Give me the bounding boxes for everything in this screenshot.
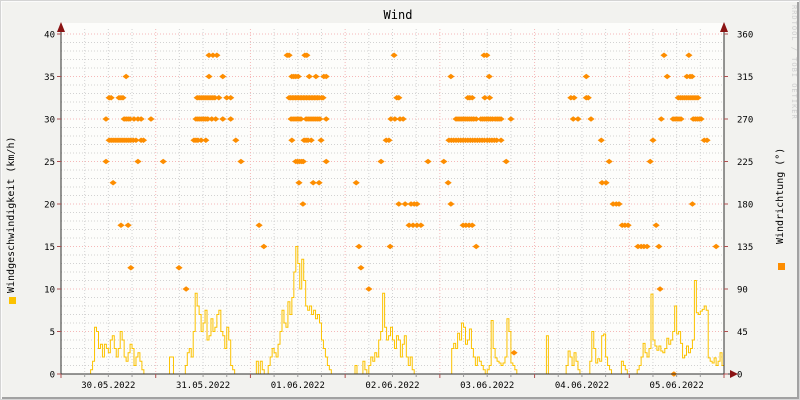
svg-text:25: 25 [44,158,55,168]
svg-text:30.05.2022: 30.05.2022 [81,381,135,391]
svg-text:10: 10 [44,286,55,296]
svg-text:05.06.2022: 05.06.2022 [650,381,704,391]
svg-text:270: 270 [737,116,753,126]
svg-text:40: 40 [44,31,55,41]
svg-text:03.06.2022: 03.06.2022 [460,381,514,391]
svg-text:31.05.2022: 31.05.2022 [176,381,230,391]
svg-text:5: 5 [50,328,55,338]
svg-text:180: 180 [737,201,753,211]
svg-text:315: 315 [737,73,753,83]
svg-text:30: 30 [44,116,55,126]
svg-text:15: 15 [44,243,55,253]
svg-text:20: 20 [44,201,55,211]
svg-text:225: 225 [737,158,753,168]
svg-text:135: 135 [737,243,753,253]
wind-chart: Wind Windgeschwindigkeit (km/h) Windrich… [0,0,800,400]
svg-text:0: 0 [737,371,742,381]
svg-text:04.06.2022: 04.06.2022 [555,381,609,391]
svg-text:360: 360 [737,31,753,41]
svg-text:02.06.2022: 02.06.2022 [365,381,419,391]
svg-text:0: 0 [50,371,55,381]
svg-text:35: 35 [44,73,55,83]
svg-text:01.06.2022: 01.06.2022 [271,381,325,391]
svg-text:45: 45 [737,328,748,338]
plot-area: 0 5 10 15 20 25 30 35 40 0 45 90 135 180 225 270 315 360 3… [44,22,753,391]
svg-text:90: 90 [737,286,748,296]
